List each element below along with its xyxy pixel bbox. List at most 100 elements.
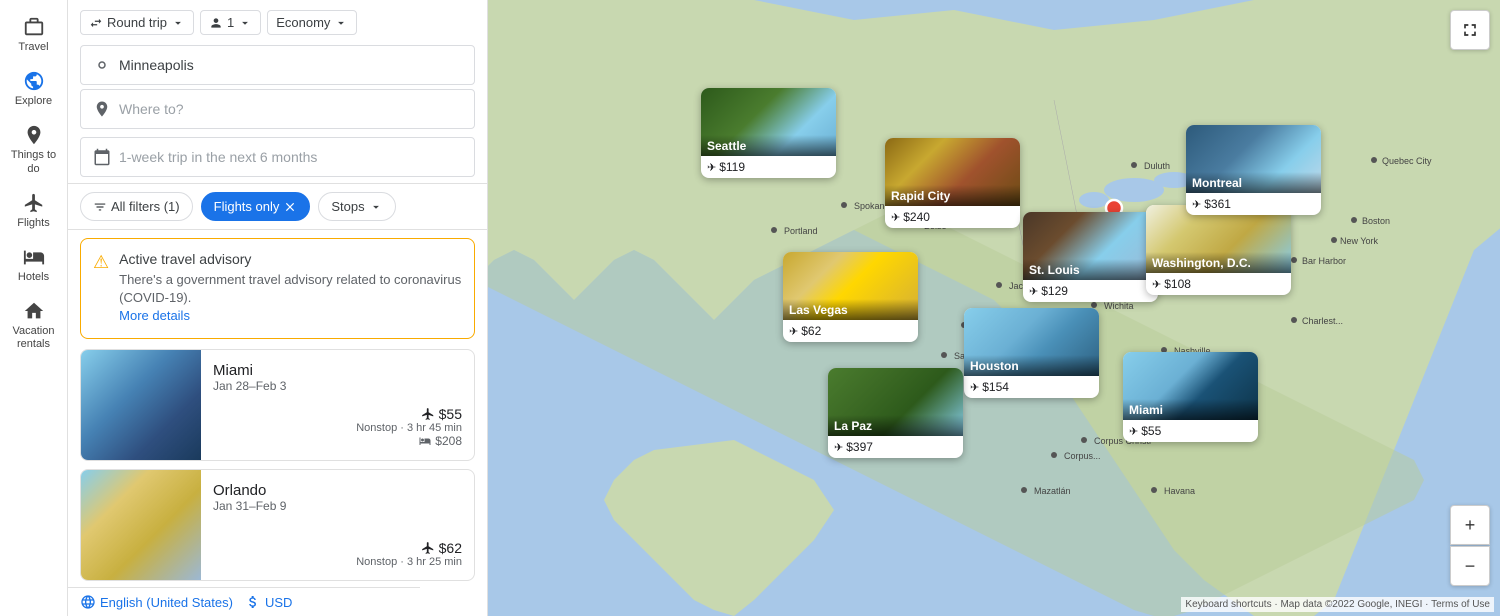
miami-price-text: $55: [439, 406, 462, 422]
sidebar-item-vacation[interactable]: Vacation rentals: [0, 292, 67, 359]
st-louis-card-label: St. Louis: [1023, 259, 1158, 280]
round-trip-label: Round trip: [107, 15, 167, 30]
round-trip-icon: [89, 16, 103, 30]
la-paz-thumbnail: La Paz: [828, 368, 963, 436]
miami-map-price: ✈ $55: [1123, 420, 1258, 442]
houston-price: ✈ $154: [964, 376, 1099, 398]
passengers-button[interactable]: 1: [200, 10, 261, 35]
sidebar-item-explore[interactable]: Explore: [0, 62, 67, 116]
language-button[interactable]: English (United States): [80, 594, 233, 610]
sidebar-item-travel[interactable]: Travel: [0, 8, 67, 62]
svg-text:Wichita: Wichita: [1104, 301, 1134, 311]
advisory-content: Active travel advisory There's a governm…: [119, 251, 462, 326]
map-card-houston[interactable]: Houston ✈ $154: [964, 308, 1099, 398]
st-louis-price: ✈ $129: [1023, 280, 1158, 302]
map-card-seattle[interactable]: Seattle ✈ $119: [701, 88, 836, 178]
flights-only-button[interactable]: Flights only: [201, 192, 311, 221]
houston-thumbnail: Houston: [964, 308, 1099, 376]
svg-text:Charlest...: Charlest...: [1302, 316, 1343, 326]
orlando-flight-detail: Nonstop · 3 hr 25 min: [356, 556, 462, 568]
advisory-title: Active travel advisory: [119, 251, 462, 267]
chevron-down-icon2: [238, 16, 252, 30]
map-card-miami[interactable]: Miami ✈ $55: [1123, 352, 1258, 442]
la-paz-price-text: $397: [846, 440, 873, 454]
all-filters-button[interactable]: All filters (1): [80, 192, 193, 221]
rapid-city-price: ✈ $240: [885, 206, 1020, 228]
map-controls: + −: [1450, 505, 1490, 586]
miami-name: Miami: [213, 362, 462, 379]
orlando-prices: $62 Nonstop · 3 hr 25 min: [213, 540, 462, 568]
round-trip-button[interactable]: Round trip: [80, 10, 194, 35]
flights-only-label: Flights only: [214, 199, 280, 214]
origin-input-row[interactable]: [80, 45, 475, 85]
calendar-icon: [93, 148, 111, 166]
cabin-label: Economy: [276, 15, 330, 30]
sidebar-item-things[interactable]: Things to do: [0, 116, 67, 183]
keyboard-shortcuts[interactable]: Keyboard shortcuts: [1185, 599, 1271, 610]
search-area: Round trip 1 Economy: [68, 0, 487, 184]
plane-icon-orlando: [421, 541, 435, 555]
destination-card-miami[interactable]: Miami Jan 28–Feb 3 $55 Nonstop · 3 hr 45…: [80, 349, 475, 461]
svg-text:New York: New York: [1340, 236, 1379, 246]
advisory-link[interactable]: More details: [119, 308, 190, 323]
sidebar-item-travel-label: Travel: [18, 41, 48, 54]
fullscreen-button[interactable]: [1450, 10, 1490, 50]
miami-map-thumbnail: Miami: [1123, 352, 1258, 420]
destination-input[interactable]: [119, 101, 462, 117]
map-card-la-paz[interactable]: La Paz ✈ $397: [828, 368, 963, 458]
orlando-name: Orlando: [213, 482, 462, 499]
sidebar-item-flights-label: Flights: [17, 217, 49, 230]
advisory-box: ⚠ Active travel advisory There's a gover…: [80, 238, 475, 339]
montreal-card-label: Montreal: [1186, 172, 1321, 193]
currency-label: USD: [265, 595, 292, 610]
bed-icon-miami: [419, 435, 431, 447]
la-paz-price: ✈ $397: [828, 436, 963, 458]
map-card-rapid-city[interactable]: Rapid City ✈ $240: [885, 138, 1020, 228]
language-label: English (United States): [100, 595, 233, 610]
stops-button[interactable]: Stops: [318, 192, 395, 221]
warning-icon: ⚠: [93, 252, 109, 273]
suitcase-icon: [23, 16, 45, 38]
map-card-washington[interactable]: Washington, D.C. ✈ $108: [1146, 205, 1291, 295]
st-louis-thumbnail: St. Louis: [1023, 212, 1158, 280]
svg-text:Duluth: Duluth: [1144, 161, 1170, 171]
sidebar-item-flights[interactable]: Flights: [0, 184, 67, 238]
washington-card-label: Washington, D.C.: [1146, 252, 1291, 273]
map-card-las-vegas[interactable]: Las Vegas ✈ $62: [783, 252, 918, 342]
sidebar-item-hotels[interactable]: Hotels: [0, 238, 67, 292]
all-filters-label: All filters (1): [111, 199, 180, 214]
content-area: ⚠ Active travel advisory There's a gover…: [68, 230, 487, 616]
map-card-montreal[interactable]: Montreal ✈ $361: [1186, 125, 1321, 215]
terms-text[interactable]: Terms of Use: [1431, 599, 1490, 610]
miami-prices: $55 Nonstop · 3 hr 45 min $208: [213, 406, 462, 448]
close-icon[interactable]: [283, 200, 297, 214]
destination-input-row[interactable]: [80, 89, 475, 129]
destination-card-orlando[interactable]: Orlando Jan 31–Feb 9 $62 Nonstop · 3 hr …: [80, 469, 475, 581]
zoom-in-button[interactable]: +: [1450, 505, 1490, 545]
sidebar-item-things-label: Things to do: [4, 149, 63, 175]
rapid-city-card-label: Rapid City: [885, 185, 1020, 206]
hotels-icon: [23, 246, 45, 268]
passengers-label: 1: [227, 15, 234, 30]
las-vegas-price: ✈ $62: [783, 320, 918, 342]
miami-map-card-label: Miami: [1123, 399, 1258, 420]
origin-input[interactable]: [119, 57, 462, 73]
currency-button[interactable]: USD: [245, 594, 292, 610]
sidebar-item-explore-label: Explore: [15, 95, 52, 108]
zoom-out-button[interactable]: −: [1450, 546, 1490, 586]
date-row[interactable]: 1-week trip in the next 6 months: [80, 137, 475, 177]
seattle-thumbnail: Seattle: [701, 88, 836, 156]
miami-map-price-text: $55: [1141, 424, 1161, 438]
svg-text:Havana: Havana: [1164, 486, 1195, 496]
advisory-body: There's a government travel advisory rel…: [119, 271, 462, 326]
montreal-thumbnail: Montreal: [1186, 125, 1321, 193]
map-card-st-louis[interactable]: St. Louis ✈ $129: [1023, 212, 1158, 302]
flights-sidebar-icon: [23, 192, 45, 214]
houston-price-text: $154: [982, 380, 1009, 394]
person-icon: [209, 16, 223, 30]
orlando-thumbnail: [81, 470, 201, 580]
main-panel: Round trip 1 Economy: [68, 0, 488, 616]
miami-flight-detail: Nonstop · 3 hr 45 min: [356, 422, 462, 434]
washington-price: ✈ $108: [1146, 273, 1291, 295]
cabin-button[interactable]: Economy: [267, 10, 357, 35]
